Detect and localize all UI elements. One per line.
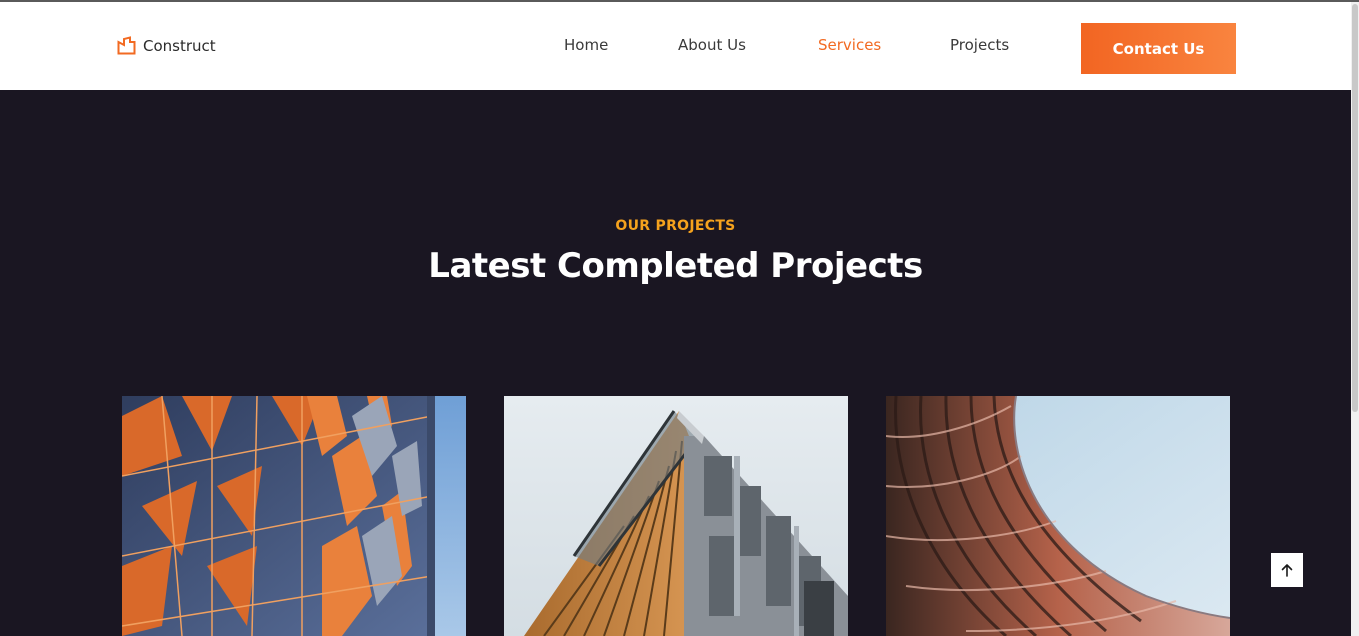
site-header: Construct Home About Us Services Project…: [0, 2, 1351, 90]
scrollbar-thumb[interactable]: [1352, 4, 1358, 412]
section-title: Latest Completed Projects: [428, 246, 923, 286]
project-card-3[interactable]: [886, 396, 1230, 636]
nav-services[interactable]: Services: [818, 36, 881, 54]
nav-projects[interactable]: Projects: [950, 36, 1009, 54]
project-card-2[interactable]: [504, 396, 848, 636]
building-icon: [117, 36, 136, 55]
arrow-up-icon: [1281, 564, 1293, 577]
nav-home[interactable]: Home: [564, 36, 608, 54]
project-card-1[interactable]: [122, 396, 466, 636]
angled-building-facade-photo: [504, 396, 848, 636]
section-eyebrow: OUR PROJECTS: [615, 218, 736, 234]
orange-glass-facade-photo: [122, 396, 466, 636]
logo[interactable]: Construct: [117, 36, 216, 55]
back-to-top-button[interactable]: [1271, 553, 1303, 587]
contact-us-button[interactable]: Contact Us: [1081, 23, 1236, 74]
logo-text: Construct: [143, 36, 216, 55]
woven-metal-facade-photo: [886, 396, 1230, 636]
nav-about-us[interactable]: About Us: [678, 36, 746, 54]
page-scrollbar[interactable]: [1351, 2, 1359, 636]
